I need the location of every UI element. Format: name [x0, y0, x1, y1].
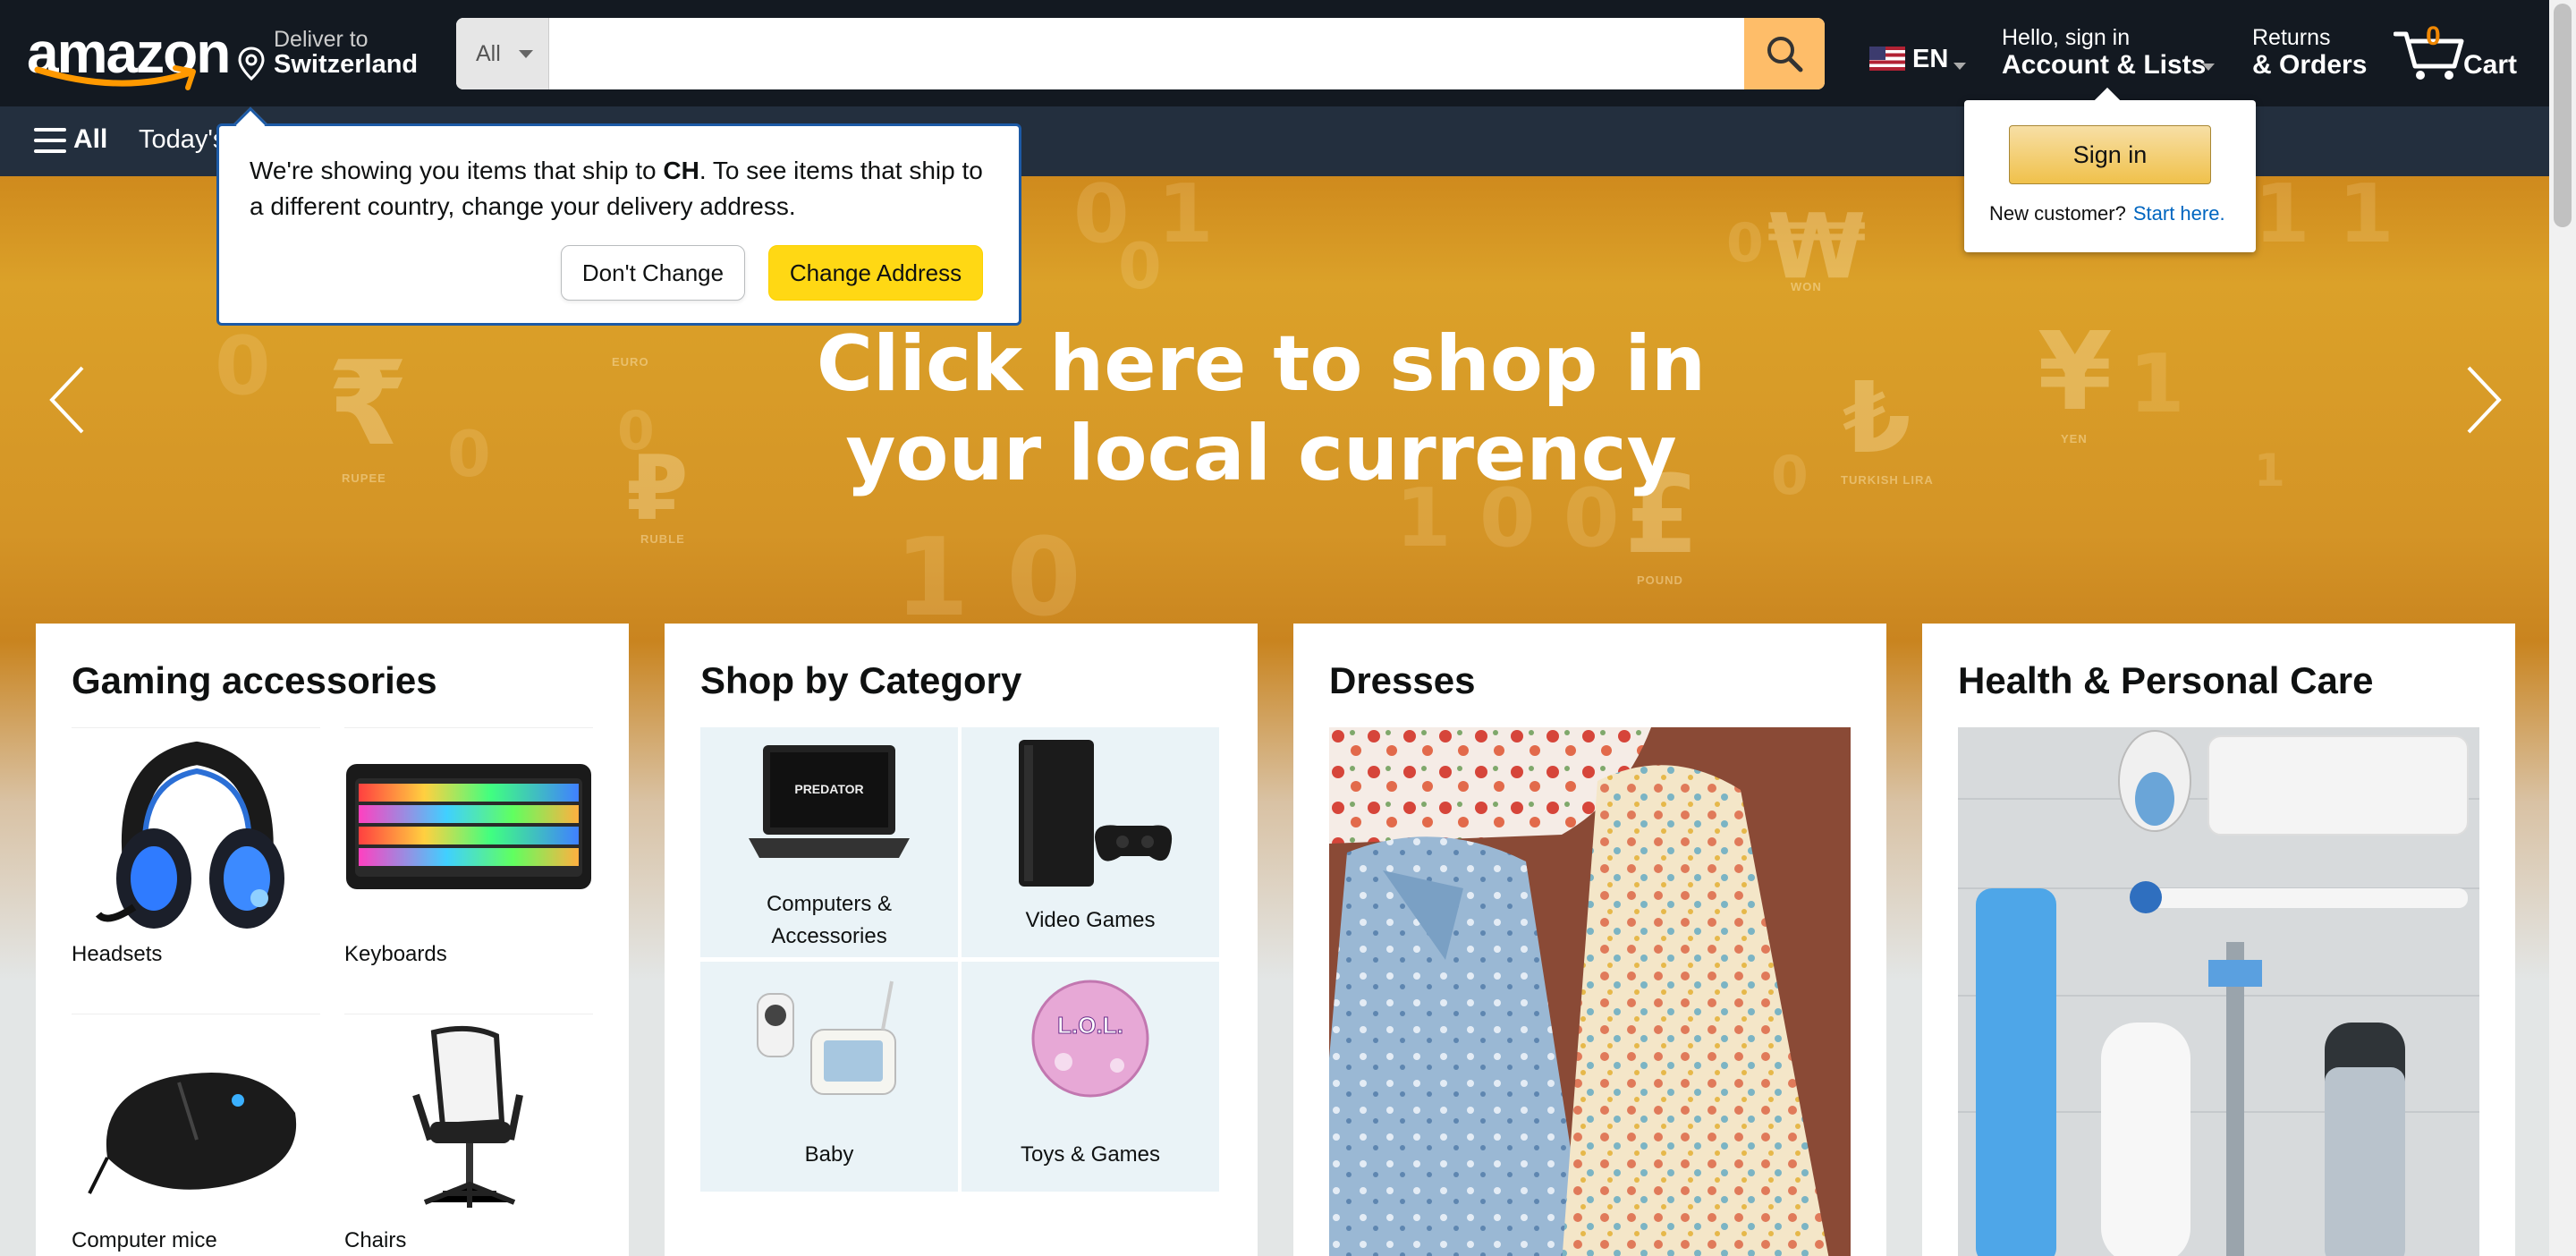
carousel-next-icon[interactable]: [2462, 364, 2506, 436]
language-code: EN: [1912, 45, 1949, 73]
all-menu-label: All: [73, 124, 108, 154]
category-caption: Toys & Games: [1020, 1142, 1161, 1167]
cart-label: Cart: [2463, 50, 2518, 80]
card-title[interactable]: Health & Personal Care: [1958, 659, 2374, 702]
laptop-brand-mark: PREDATOR: [794, 782, 863, 796]
cart-button[interactable]: 0 Cart: [2394, 21, 2537, 86]
sign-in-button[interactable]: Sign in: [2009, 125, 2211, 184]
start-here-link[interactable]: Start here.: [2133, 202, 2225, 225]
chevron-down-icon: [519, 50, 533, 58]
category-toys-games[interactable]: L.O.L. Toys & Games: [962, 962, 1219, 1192]
logo-smile-icon: [34, 65, 196, 90]
search-bar: All: [456, 18, 1825, 89]
baby-monitor-image: [757, 980, 896, 1095]
location-pin-icon: [238, 47, 265, 81]
console-image: [1019, 740, 1173, 887]
card-title[interactable]: Dresses: [1329, 659, 1475, 702]
hero-headline: Click here to shop in your local currenc…: [644, 319, 1878, 498]
card-gaming-accessories: Gaming accessories Headsets Keyboards Co…: [36, 624, 629, 1256]
rupee-symbol: ₹: [327, 335, 409, 471]
ship-location-popover: We're showing you items that ship to CH.…: [216, 106, 1021, 326]
hero-headline-line1: Click here to shop in: [816, 319, 1707, 409]
quad-caption: Computer mice: [72, 1228, 217, 1252]
toy-ball-image: L.O.L.: [1031, 980, 1149, 1098]
new-customer-text: New customer? Start here.: [1989, 202, 2225, 225]
amazon-logo[interactable]: amazon: [27, 20, 231, 90]
ship-country-code: CH: [663, 157, 699, 184]
deliver-label: Deliver to: [274, 27, 369, 52]
category-baby[interactable]: Baby: [700, 962, 958, 1192]
won-caption: WON: [1791, 280, 1822, 293]
signin-flyout: Sign in New customer? Start here.: [1964, 87, 2256, 252]
dont-change-button[interactable]: Don't Change: [561, 245, 745, 301]
page-scrollbar-thumb[interactable]: [2554, 4, 2572, 227]
quad-caption: Keyboards: [344, 942, 447, 966]
search-input[interactable]: [549, 18, 1753, 89]
quad-caption: Chairs: [344, 1228, 407, 1252]
dresses-image[interactable]: [1329, 727, 1851, 1256]
category-caption: Video Games: [1025, 908, 1156, 932]
chevron-down-icon: [1953, 63, 1966, 70]
search-category-label: All: [476, 41, 501, 66]
category-caption: Baby: [804, 1142, 854, 1167]
card-health-personal-care: Health & Personal Care: [1922, 624, 2515, 1256]
yen-symbol: ¥: [2038, 310, 2113, 435]
rupee-caption: RUPEE: [342, 471, 386, 485]
change-address-button[interactable]: Change Address: [768, 245, 983, 301]
health-care-image[interactable]: [1958, 727, 2479, 1256]
search-category-select[interactable]: All: [456, 18, 549, 89]
returns-label: Returns: [2252, 25, 2331, 50]
toy-brand-mark: L.O.L.: [1057, 1012, 1123, 1039]
quad-caption: Headsets: [72, 942, 163, 966]
nav-link-todays-deals[interactable]: Today's: [139, 125, 225, 155]
account-greeting: Hello, sign in: [2002, 25, 2131, 50]
category-caption: Computers & Accessories: [766, 892, 893, 948]
keyboard-image: [344, 727, 593, 933]
search-button[interactable]: [1744, 18, 1825, 89]
ship-message: We're showing you items that ship to CH.…: [250, 157, 983, 220]
account-and-lists[interactable]: Hello, sign in Account & Lists: [2002, 23, 2216, 82]
laptop-image: PREDATOR: [749, 745, 910, 858]
chair-image: [344, 1014, 593, 1219]
chevron-down-icon: [2202, 64, 2215, 71]
card-dresses: Dresses: [1293, 624, 1886, 1256]
category-video-games[interactable]: Video Games: [962, 727, 1219, 957]
account-label: Account & Lists: [2002, 50, 2207, 80]
us-flag-icon: [1869, 47, 1905, 71]
hero-headline-line2: your local currency: [845, 409, 1677, 498]
card-shop-by-category: Shop by Category PREDATOR Computers & Ac…: [665, 624, 1258, 1256]
hamburger-icon: [34, 128, 66, 160]
deliver-country: Switzerland: [274, 50, 419, 79]
ruble-caption: RUBLE: [640, 532, 685, 546]
orders-label: & Orders: [2252, 50, 2368, 80]
pound-caption: POUND: [1637, 573, 1683, 587]
card-title[interactable]: Shop by Category: [700, 659, 1021, 702]
card-title[interactable]: Gaming accessories: [72, 659, 437, 702]
category-computers[interactable]: PREDATOR Computers & Accessories: [700, 727, 958, 957]
yen-caption: YEN: [2061, 432, 2088, 446]
cart-count: 0: [2426, 21, 2441, 51]
search-icon: [1767, 37, 1803, 72]
mouse-image: [72, 1014, 320, 1219]
carousel-prev-icon[interactable]: [45, 364, 89, 436]
headset-image: [72, 727, 320, 933]
nav-belt: amazon Deliver to Switzerland All EN Hel…: [0, 0, 2549, 106]
